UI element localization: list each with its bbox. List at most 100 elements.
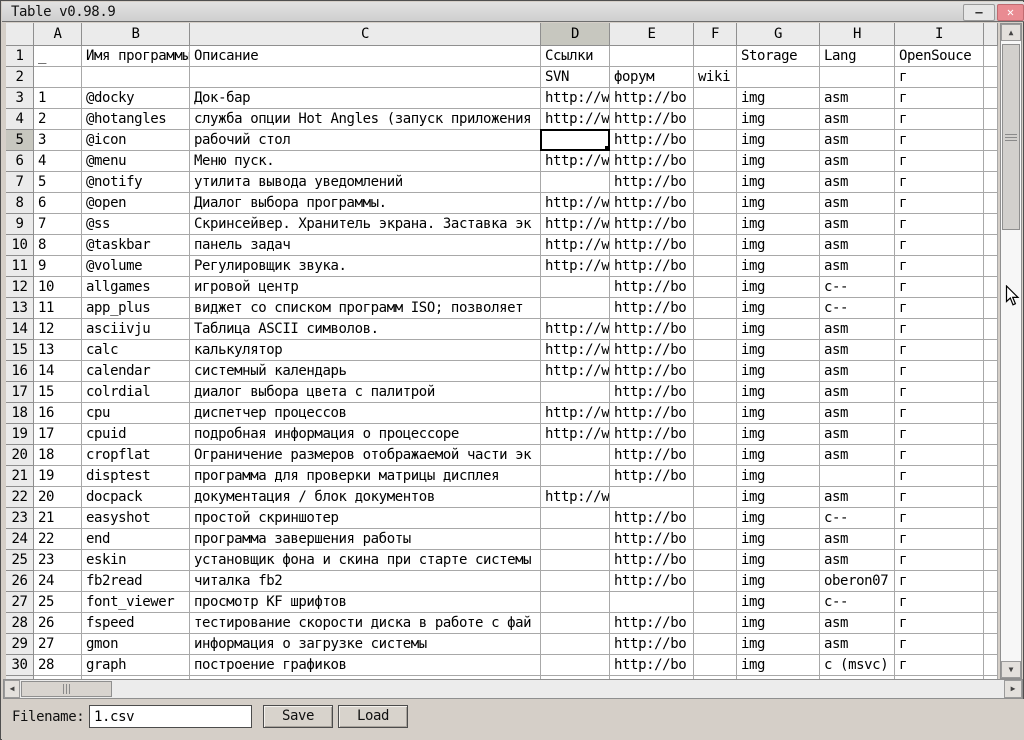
- cell-B3[interactable]: @docky: [82, 88, 190, 109]
- cell-H14[interactable]: asm: [820, 319, 895, 340]
- cell-E24[interactable]: http://bo: [610, 529, 694, 550]
- cell-E5[interactable]: http://bo: [610, 130, 694, 151]
- cell-E23[interactable]: http://bo: [610, 508, 694, 529]
- cell-H9[interactable]: asm: [820, 214, 895, 235]
- cell-C16[interactable]: системный календарь: [190, 361, 541, 382]
- cell-A9[interactable]: 7: [34, 214, 82, 235]
- cell-C29[interactable]: информация о загрузке системы: [190, 634, 541, 655]
- cell-F11[interactable]: [694, 256, 737, 277]
- cell-E26[interactable]: http://bo: [610, 571, 694, 592]
- cell-C27[interactable]: просмотр KF шрифтов: [190, 592, 541, 613]
- column-header-F[interactable]: F: [694, 23, 737, 46]
- cell-H24[interactable]: asm: [820, 529, 895, 550]
- selection-fill-handle[interactable]: [605, 146, 610, 151]
- cell-F6[interactable]: [694, 151, 737, 172]
- row-header-7[interactable]: 7: [6, 172, 34, 193]
- cell-A21[interactable]: 19: [34, 466, 82, 487]
- cell-G12[interactable]: img: [737, 277, 820, 298]
- cell-A12[interactable]: 10: [34, 277, 82, 298]
- cell-I22[interactable]: г: [895, 487, 984, 508]
- cell-A16[interactable]: 14: [34, 361, 82, 382]
- cell-I24[interactable]: г: [895, 529, 984, 550]
- cell-B22[interactable]: docpack: [82, 487, 190, 508]
- cell-H26[interactable]: oberon07: [820, 571, 895, 592]
- cell-C23[interactable]: простой скриншотер: [190, 508, 541, 529]
- cell-I16[interactable]: г: [895, 361, 984, 382]
- cell-A20[interactable]: 18: [34, 445, 82, 466]
- cell-I30[interactable]: г: [895, 655, 984, 676]
- row-header-12[interactable]: 12: [6, 277, 34, 298]
- cell-I17[interactable]: г: [895, 382, 984, 403]
- cell-A15[interactable]: 13: [34, 340, 82, 361]
- cell-G9[interactable]: img: [737, 214, 820, 235]
- row-header-14[interactable]: 14: [6, 319, 34, 340]
- cell-H5[interactable]: asm: [820, 130, 895, 151]
- cell-A6[interactable]: 4: [34, 151, 82, 172]
- row-header-10[interactable]: 10: [6, 235, 34, 256]
- cell-D5[interactable]: [541, 130, 610, 151]
- cell-H25[interactable]: asm: [820, 550, 895, 571]
- cell-H21[interactable]: [820, 466, 895, 487]
- cell-A30[interactable]: 28: [34, 655, 82, 676]
- cell-C26[interactable]: читалка fb2: [190, 571, 541, 592]
- cell-G10[interactable]: img: [737, 235, 820, 256]
- cell-D29[interactable]: [541, 634, 610, 655]
- cell-D4[interactable]: http://w: [541, 109, 610, 130]
- row-header-13[interactable]: 13: [6, 298, 34, 319]
- cell-C5[interactable]: рабочий стол: [190, 130, 541, 151]
- cell-E22[interactable]: [610, 487, 694, 508]
- cell-C11[interactable]: Регулировщик звука.: [190, 256, 541, 277]
- cell-D23[interactable]: [541, 508, 610, 529]
- row-header-20[interactable]: 20: [6, 445, 34, 466]
- cell-D26[interactable]: [541, 571, 610, 592]
- cell-A26[interactable]: 24: [34, 571, 82, 592]
- row-header-18[interactable]: 18: [6, 403, 34, 424]
- cell-B16[interactable]: calendar: [82, 361, 190, 382]
- cell-G14[interactable]: img: [737, 319, 820, 340]
- cell-B23[interactable]: easyshot: [82, 508, 190, 529]
- cell-B19[interactable]: cpuid: [82, 424, 190, 445]
- cell-C7[interactable]: утилита вывода уведомлений: [190, 172, 541, 193]
- cell-A1[interactable]: _: [34, 46, 82, 67]
- vertical-scrollbar[interactable]: ▲ ▼: [1000, 23, 1022, 679]
- cell-H7[interactable]: asm: [820, 172, 895, 193]
- cell-C14[interactable]: Таблица ASCII символов.: [190, 319, 541, 340]
- cell-E9[interactable]: http://bo: [610, 214, 694, 235]
- column-header-I[interactable]: I: [895, 23, 984, 46]
- cell-C1[interactable]: Описание: [190, 46, 541, 67]
- cell-F15[interactable]: [694, 340, 737, 361]
- cell-F1[interactable]: [694, 46, 737, 67]
- cell-G23[interactable]: img: [737, 508, 820, 529]
- cell-E28[interactable]: http://bo: [610, 613, 694, 634]
- cell-D20[interactable]: [541, 445, 610, 466]
- cell-F14[interactable]: [694, 319, 737, 340]
- cell-H11[interactable]: asm: [820, 256, 895, 277]
- cell-A29[interactable]: 27: [34, 634, 82, 655]
- cell-B5[interactable]: @icon: [82, 130, 190, 151]
- cell-C22[interactable]: документация / блок документов: [190, 487, 541, 508]
- cell-E29[interactable]: http://bo: [610, 634, 694, 655]
- scroll-down-button[interactable]: ▼: [1001, 661, 1021, 678]
- cell-F25[interactable]: [694, 550, 737, 571]
- cell-F18[interactable]: [694, 403, 737, 424]
- cell-C6[interactable]: Меню пуск.: [190, 151, 541, 172]
- cell-H17[interactable]: asm: [820, 382, 895, 403]
- cell-D18[interactable]: http://w: [541, 403, 610, 424]
- column-header-C[interactable]: C: [190, 23, 541, 46]
- row-header-22[interactable]: 22: [6, 487, 34, 508]
- row-header-1[interactable]: 1: [6, 46, 34, 67]
- row-header-28[interactable]: 28: [6, 613, 34, 634]
- cell-I25[interactable]: г: [895, 550, 984, 571]
- cell-C2[interactable]: [190, 67, 541, 88]
- cell-G13[interactable]: img: [737, 298, 820, 319]
- cell-A8[interactable]: 6: [34, 193, 82, 214]
- cell-F4[interactable]: [694, 109, 737, 130]
- cell-E12[interactable]: http://bo: [610, 277, 694, 298]
- cell-B11[interactable]: @volume: [82, 256, 190, 277]
- cell-D28[interactable]: [541, 613, 610, 634]
- cell-B10[interactable]: @taskbar: [82, 235, 190, 256]
- cell-A18[interactable]: 16: [34, 403, 82, 424]
- cell-A24[interactable]: 22: [34, 529, 82, 550]
- cell-F29[interactable]: [694, 634, 737, 655]
- cell-H3[interactable]: asm: [820, 88, 895, 109]
